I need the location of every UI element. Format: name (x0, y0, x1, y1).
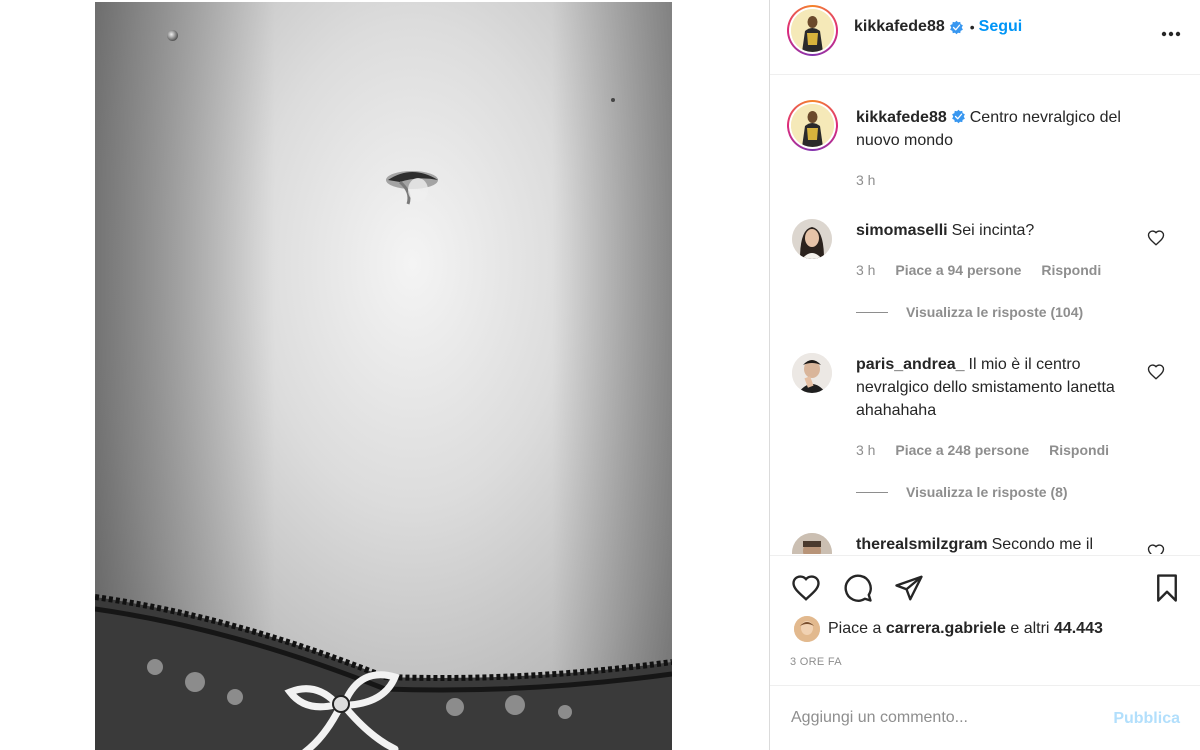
share-icon[interactable] (892, 571, 926, 605)
comment-username[interactable]: therealsmilzgram (856, 536, 988, 553)
view-replies-label: Visualizza le risposte (8) (906, 484, 1068, 500)
comment-text: Sei incinta? (951, 222, 1035, 239)
reply-button[interactable]: Rispondi (1041, 262, 1101, 278)
likes-count[interactable]: 44.443 (1054, 620, 1103, 638)
liker-avatar[interactable] (794, 616, 820, 642)
view-replies-button[interactable]: Visualizza le risposte (8) (856, 484, 1068, 500)
comment-like-heart-icon[interactable] (1147, 543, 1165, 554)
reply-button[interactable]: Rispondi (1049, 442, 1109, 458)
liker-username[interactable]: carrera.gabriele (886, 620, 1006, 638)
comment-input[interactable] (791, 700, 1091, 736)
bookmark-icon[interactable] (1150, 571, 1184, 605)
comment-meta: 3 h Piace a 248 persone Rispondi (856, 442, 1125, 458)
likes-middle: e altri (1010, 620, 1050, 637)
replies-line (856, 311, 888, 313)
verified-badge-icon (949, 20, 963, 34)
commenter-avatar-image (792, 353, 832, 393)
likes-prefix: Piace a (828, 620, 882, 637)
comment-username[interactable]: simomaselli (856, 222, 948, 239)
more-options-icon[interactable] (1159, 22, 1183, 46)
verified-badge-icon (951, 109, 965, 124)
follow-button[interactable]: Segui (979, 18, 1023, 36)
photo-piercing (167, 30, 178, 41)
photo-lace (95, 594, 672, 750)
post-header: kikkafede88 • Segui (770, 0, 1200, 75)
commenter-avatar[interactable] (792, 533, 832, 554)
commenter-avatar-image (792, 533, 832, 554)
like-heart-icon[interactable] (789, 571, 823, 605)
view-replies-button[interactable]: Visualizza le risposte (104) (856, 304, 1083, 320)
replies-line (856, 491, 888, 493)
commenter-avatar[interactable] (792, 219, 832, 259)
caption-text-block: kikkafede88 Centro nevralgico del nuovo … (856, 106, 1141, 152)
comment-username[interactable]: paris_andrea_ (856, 356, 965, 373)
comment-text-block: therealsmilzgram Secondo me il (856, 533, 1141, 554)
comment-text: Secondo me il (991, 536, 1093, 553)
commenter-avatar-image (792, 219, 832, 259)
author-username[interactable]: kikkafede88 (854, 18, 945, 36)
likes-summary: Piace a carrera.gabriele e altri 44.443 (794, 616, 1103, 642)
comment-likes-count[interactable]: Piace a 94 persone (895, 262, 1021, 278)
commenter-avatar[interactable] (792, 353, 832, 393)
comment-icon[interactable] (841, 571, 875, 605)
add-comment-bar: Pubblica (770, 685, 1200, 750)
post-photo[interactable] (95, 2, 672, 750)
comment-like-heart-icon[interactable] (1147, 363, 1165, 381)
comment-text-block: simomaselli Sei incinta? (856, 219, 1141, 242)
post-details-panel: kikkafede88 • Segui kikkafede88 Centro n… (769, 0, 1200, 750)
caption-author-avatar[interactable] (787, 100, 838, 151)
publish-button[interactable]: Pubblica (1113, 710, 1180, 728)
comment-likes-count[interactable]: Piace a 248 persone (895, 442, 1029, 458)
view-replies-label: Visualizza le risposte (104) (906, 304, 1084, 320)
author-avatar-image (791, 9, 834, 52)
author-avatar[interactable] (787, 5, 838, 56)
comment-like-heart-icon[interactable] (1147, 229, 1165, 247)
comment-text-block: paris_andrea_ Il mio è il centro nevralgi… (856, 353, 1141, 422)
post-actions: Piace a carrera.gabriele e altri 44.443 … (770, 555, 1200, 685)
photo-navel (386, 171, 438, 205)
comment-meta: 3 h Piace a 94 persone Rispondi (856, 262, 1117, 278)
liker-avatar-image (794, 616, 820, 642)
caption-time: 3 h (856, 172, 876, 188)
header-separator: • (969, 19, 975, 35)
photo-mole (611, 98, 615, 102)
comment-time: 3 h (856, 262, 876, 278)
comments-list[interactable]: kikkafede88 Centro nevralgico del nuovo … (770, 76, 1200, 554)
caption-username[interactable]: kikkafede88 (856, 109, 947, 126)
comment-time: 3 h (856, 442, 876, 458)
post-time-ago[interactable]: 3 ORE FA (790, 656, 842, 668)
caption-author-avatar-image (791, 104, 834, 147)
